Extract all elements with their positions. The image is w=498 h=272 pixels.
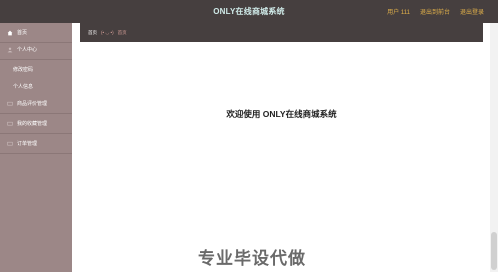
sidebar-item-review-management[interactable]: 商品评价管理 bbox=[0, 94, 72, 114]
sidebar-item-label: 个人中心 bbox=[17, 47, 38, 53]
sidebar-item-label: 我的收藏管理 bbox=[17, 121, 48, 127]
sidebar-item-personal-center[interactable]: 个人中心 bbox=[0, 40, 72, 60]
sidebar-item-label: 商品评价管理 bbox=[17, 101, 48, 107]
order-icon bbox=[7, 141, 13, 147]
back-to-frontend-link[interactable]: 退出到前台 bbox=[420, 7, 450, 16]
welcome-message: 欢迎使用 ONLY在线商城系统 bbox=[226, 109, 337, 119]
logout-link[interactable]: 退出登录 bbox=[460, 7, 484, 16]
content-header-bar bbox=[80, 23, 483, 42]
user-icon bbox=[7, 47, 13, 53]
watermark-text: 专业毕设代做 bbox=[198, 249, 306, 268]
sidebar-item-label: 首页 bbox=[17, 30, 28, 36]
home-icon bbox=[7, 30, 13, 36]
sidebar-item-personal-info[interactable]: 个人信息 bbox=[0, 76, 72, 96]
sidebar-item-label: 个人信息 bbox=[13, 83, 34, 90]
current-user-label: 用户 111 bbox=[387, 10, 410, 16]
sidebar-item-label: 修改密码 bbox=[13, 66, 34, 73]
star-icon bbox=[7, 121, 13, 127]
breadcrumb: 首页 (• ◡ •) 首页 bbox=[88, 30, 127, 36]
scrollbar-thumb[interactable] bbox=[491, 232, 497, 270]
sidebar-item-label: 订单管理 bbox=[17, 141, 38, 147]
breadcrumb-home[interactable]: 首页 bbox=[88, 30, 97, 36]
top-right-nav: 用户 111 退出到前台 退出登录 bbox=[387, 7, 484, 16]
sidebar-item-favorites-management[interactable]: 我的收藏管理 bbox=[0, 114, 72, 134]
comment-icon bbox=[7, 101, 13, 107]
main-panel bbox=[80, 42, 483, 272]
breadcrumb-current: 首页 bbox=[117, 30, 127, 35]
breadcrumb-separator: (• ◡ •) bbox=[101, 30, 114, 35]
sidebar-item-order-management[interactable]: 订单管理 bbox=[0, 134, 72, 154]
